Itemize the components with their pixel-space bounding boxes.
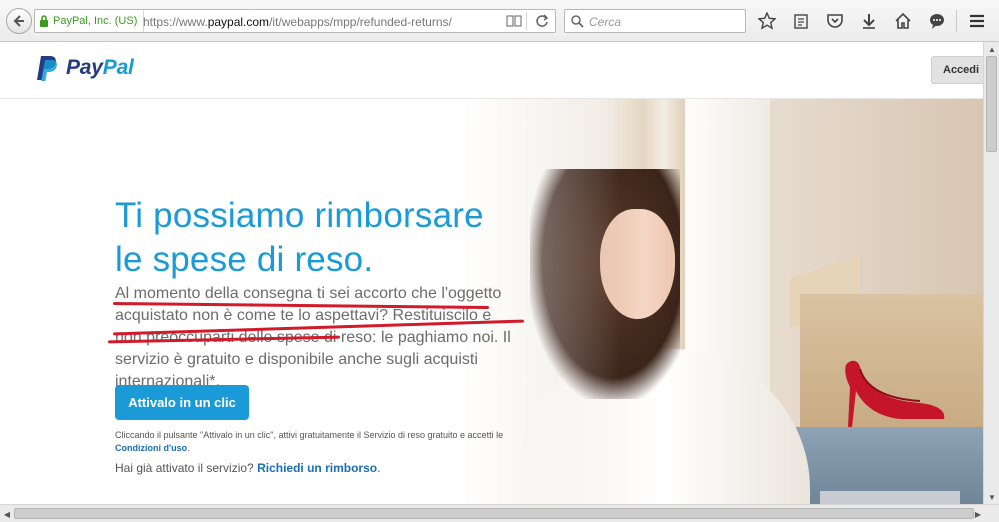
already-activated-end: . (377, 461, 381, 475)
url-path: /it/webapps/mpp/refunded-returns/ (269, 15, 452, 29)
headline-line-1: Ti possiamo rimborsare (115, 196, 484, 235)
headline-line-2: le spese di reso. (115, 240, 374, 279)
scroll-up-icon[interactable]: ▲ (986, 43, 998, 55)
url-prefix: https://www. (143, 15, 208, 29)
legal-text-end: . (187, 443, 190, 453)
identity-label: PayPal, Inc. (US) (53, 15, 138, 27)
legal-text: Cliccando il pulsante "Attivalo in un cl… (115, 429, 535, 455)
search-bar[interactable]: Cerca (564, 9, 746, 33)
red-shoe-illustration (845, 360, 945, 427)
already-activated-label: Hai già attivato il servizio? (115, 461, 254, 475)
toolbar-icons (756, 10, 947, 31)
reload-icon[interactable] (533, 12, 551, 30)
pocket-icon[interactable] (824, 10, 845, 31)
login-button[interactable]: Accedi (931, 56, 983, 84)
browser-toolbar: PayPal, Inc. (US) https://www.paypal.com… (0, 0, 999, 42)
horizontal-scroll-thumb[interactable] (14, 508, 974, 519)
reading-list-icon[interactable] (790, 10, 811, 31)
menu-button[interactable] (966, 10, 988, 32)
scroll-right-icon[interactable]: ▶ (972, 508, 984, 520)
paypal-logo[interactable]: PayPal (36, 54, 134, 82)
horizontal-scrollbar[interactable]: ◀ ▶ (0, 504, 999, 522)
reader-view-icon[interactable] (505, 12, 523, 30)
star-icon[interactable] (756, 10, 777, 31)
url-text[interactable]: https://www.paypal.com/it/webapps/mpp/re… (143, 15, 452, 29)
already-activated-text: Hai già attivato il servizio? Richiedi u… (115, 461, 380, 475)
search-placeholder: Cerca (589, 15, 622, 29)
back-arrow-icon (13, 15, 24, 27)
hero-section: Ti possiamo rimborsare le spese di reso.… (0, 99, 983, 504)
vertical-scrollbar[interactable]: ▲ ▼ (983, 42, 999, 504)
download-icon[interactable] (858, 10, 879, 31)
search-icon (571, 15, 584, 28)
site-header: PayPal Accedi (0, 42, 983, 99)
back-button[interactable] (6, 8, 32, 34)
web-page: PayPal Accedi Ti possiamo rimborsare le … (0, 42, 983, 504)
lock-icon (40, 15, 48, 27)
request-refund-link[interactable]: Richiedi un rimborso (257, 461, 377, 475)
hero-headline: Ti possiamo rimborsare le spese di reso. (115, 194, 575, 282)
vertical-scroll-thumb[interactable] (986, 56, 997, 152)
activate-button[interactable]: Attivalo in un clic (115, 385, 249, 420)
hero-keyboard (820, 491, 960, 504)
home-icon[interactable] (892, 10, 913, 31)
url-bar[interactable]: PayPal, Inc. (US) https://www.paypal.com… (34, 9, 556, 33)
hamburger-menu-icon (970, 14, 984, 28)
menu-separator (956, 10, 957, 32)
chat-icon[interactable] (926, 10, 947, 31)
paypal-p-icon (37, 56, 57, 81)
paypal-wordmark: PayPal (66, 56, 134, 79)
url-icons (505, 12, 551, 30)
legal-text-body: Cliccando il pulsante "Attivalo in un cl… (115, 430, 504, 440)
site-identity[interactable]: PayPal, Inc. (US) (39, 10, 145, 32)
url-domain: paypal.com (207, 15, 270, 29)
terms-link[interactable]: Condizioni d'uso (115, 443, 187, 453)
scroll-down-icon[interactable]: ▼ (986, 491, 998, 503)
scroll-left-icon[interactable]: ◀ (1, 508, 13, 520)
